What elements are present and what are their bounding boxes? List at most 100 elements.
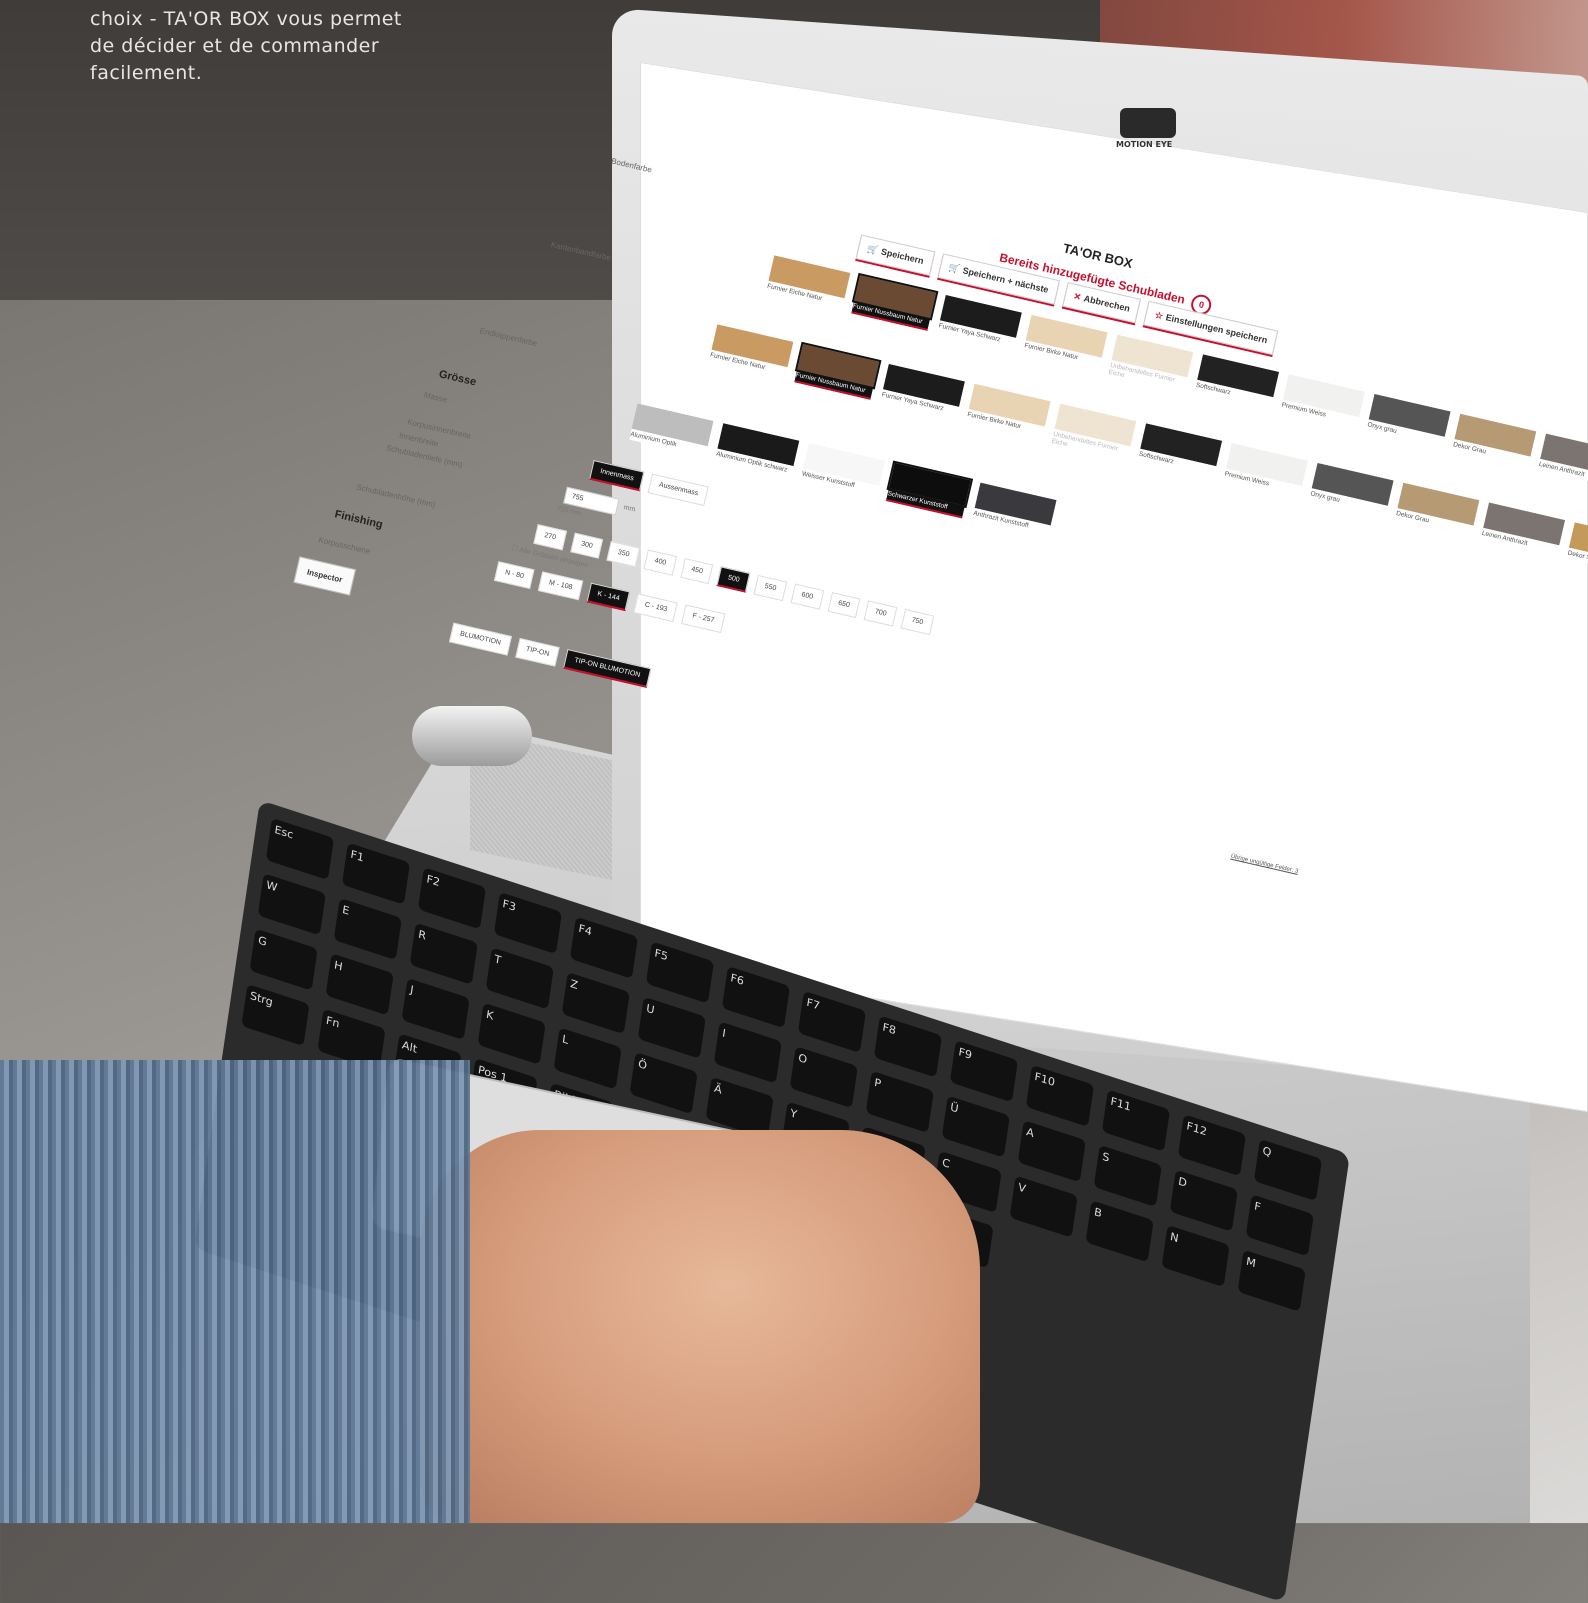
kantenbandfarbe-swatch[interactable]: Premium Weiss [1222, 443, 1308, 503]
kantenbandfarbe-swatch[interactable]: Furnier Yaya Schwarz [879, 363, 965, 424]
keyboard-key[interactable]: O [789, 1046, 858, 1109]
keyboard-key[interactable]: Ö [629, 1052, 698, 1115]
keyboard-key[interactable]: P [865, 1070, 934, 1133]
keyboard-key[interactable]: W [257, 873, 326, 936]
height-option[interactable]: M - 108 [537, 571, 584, 601]
user-sleeve [0, 1060, 470, 1523]
bodenfarbe-swatch[interactable]: Unbehandeltes Furnier Eiche [1107, 334, 1194, 396]
keyboard-key[interactable]: I [713, 1021, 782, 1084]
masse-option[interactable]: Aussenmass [647, 473, 709, 507]
promo-line-3: facilement. [90, 62, 203, 84]
bodenfarbe-swatch[interactable]: Softschwarz [1193, 354, 1280, 414]
keyboard-key[interactable]: F8 [873, 1015, 943, 1078]
keyboard-key[interactable]: F9 [949, 1040, 1019, 1103]
promo-text: choix - TA'OR BOX vous permet de décider… [90, 6, 420, 87]
bodenfarbe-swatch[interactable]: Onyx grau [1365, 394, 1451, 454]
label-endkappenfarbe: Endkappenfarbe [478, 326, 539, 349]
keyboard-key[interactable]: Z [561, 972, 630, 1035]
depth-option[interactable]: 700 [863, 600, 898, 627]
depth-option[interactable]: 600 [790, 583, 824, 610]
bodenfarbe-swatch[interactable]: Premium Weiss [1279, 374, 1365, 434]
kantenbandfarbe-swatch[interactable]: Softschwarz [1136, 423, 1223, 483]
height-option[interactable]: N - 80 [493, 561, 535, 590]
keyboard-key[interactable]: R [409, 922, 478, 985]
keyboard-key[interactable]: L [553, 1027, 622, 1090]
kantenbandfarbe-swatch[interactable]: Furnier Nussbaum Natur [793, 340, 882, 404]
depth-option[interactable]: 350 [606, 541, 641, 568]
endkappenfarbe-swatch[interactable]: Anthrazit Kunststoff [972, 482, 1057, 539]
keyboard-key[interactable]: H [325, 953, 394, 1016]
width-unit: mm [622, 504, 636, 514]
keyboard-key[interactable]: G [249, 928, 318, 991]
keyboard-key[interactable]: Ü [941, 1095, 1010, 1158]
keyboard-key[interactable]: U [637, 996, 706, 1059]
keyboard-key[interactable]: F1 [341, 842, 411, 905]
keyboard-key[interactable]: B [1085, 1200, 1154, 1263]
depth-option[interactable]: 550 [753, 574, 788, 602]
keyboard-key[interactable]: F [1245, 1194, 1314, 1257]
masse-option[interactable]: Innenmass [589, 460, 645, 492]
keyboard-key[interactable]: J [401, 978, 470, 1041]
rail-option[interactable]: TIP-ON BLUMOTION [563, 649, 651, 688]
keyboard-key[interactable]: Esc [265, 817, 335, 881]
keyboard-key[interactable]: F11 [1101, 1089, 1171, 1152]
depth-option[interactable]: 270 [533, 524, 567, 551]
height-option[interactable]: K - 144 [586, 582, 631, 612]
rail-option[interactable]: TIP-ON [514, 637, 561, 667]
cart-icon: 🛒 [947, 262, 961, 275]
keyboard-key[interactable]: N [1161, 1224, 1230, 1288]
kantenbandfarbe-swatch[interactable]: Unbehandeltes Furnier Eiche [1050, 403, 1137, 464]
keyboard-key[interactable]: K [477, 1002, 546, 1065]
keyboard-key[interactable]: F2 [417, 867, 487, 930]
rail-option[interactable]: BLUMOTION [448, 622, 512, 656]
bodenfarbe-swatch[interactable]: Furnier Yaya Schwarz [936, 295, 1022, 355]
height-option[interactable]: C - 193 [633, 593, 679, 623]
bodenfarbe-swatch[interactable]: Furnier Eiche Natur [764, 255, 851, 315]
bodenfarbe-swatch[interactable]: Furnier Birke Natur [1022, 314, 1108, 375]
depth-option[interactable]: 400 [643, 549, 677, 576]
keyboard-key[interactable]: D [1169, 1169, 1238, 1232]
depth-option[interactable]: 450 [680, 558, 714, 585]
promo-line-2: de décider et de commander [90, 35, 380, 57]
endkappenfarbe-swatch[interactable]: Schwarzer Kunststoff [885, 459, 973, 519]
kantenbandfarbe-swatch[interactable]: Onyx grau [1308, 462, 1394, 523]
bodenfarbe-swatch[interactable]: Furnier Nussbaum Natur [850, 271, 939, 335]
kantenbandfarbe-swatch[interactable]: Furnier Eiche Natur [707, 324, 794, 384]
depth-option[interactable]: 650 [827, 591, 861, 619]
kantenbandfarbe-swatch[interactable]: Dekor Grau [1393, 482, 1480, 543]
user-hand [420, 1130, 980, 1523]
keyboard-key[interactable]: F5 [645, 941, 715, 1004]
cart-icon: 🛒 [866, 243, 880, 256]
camera-label: MOTION EYE [1116, 140, 1173, 149]
endkappenfarbe-swatch[interactable]: Aluminium Optik schwarz [714, 423, 800, 479]
endkappenfarbe-swatch[interactable]: Weisser Kunststoff [800, 443, 886, 499]
keyboard-key[interactable]: F6 [721, 966, 791, 1029]
keyboard-key[interactable]: Strg [241, 983, 310, 1047]
keyboard-key[interactable]: S [1093, 1144, 1162, 1208]
save-button[interactable]: 🛒Speichern [855, 234, 936, 276]
keyboard-key[interactable]: F7 [797, 990, 867, 1053]
keyboard-key[interactable]: A [1017, 1120, 1086, 1183]
keyboard-key[interactable]: E [333, 897, 402, 961]
promo-line-1: choix - TA'OR BOX vous permet [90, 8, 402, 30]
keyboard-key[interactable]: F4 [569, 916, 639, 979]
rail-options: BLUMOTION TIP-ON TIP-ON BLUMOTION [448, 622, 651, 688]
height-option[interactable]: F - 257 [681, 604, 726, 634]
star-icon: ☆ [1153, 309, 1165, 322]
keyboard-key[interactable]: M [1237, 1249, 1306, 1312]
keyboard-key[interactable]: F3 [493, 891, 563, 955]
keyboard-key[interactable]: V [1009, 1175, 1078, 1238]
keyboard-key[interactable]: F10 [1025, 1064, 1095, 1127]
depth-option[interactable]: 300 [570, 532, 604, 559]
invalid-fields-link[interactable]: Übrige ungültige Felder: 3 [1230, 854, 1299, 875]
keyboard-key[interactable]: F12 [1177, 1114, 1247, 1177]
depth-option[interactable]: 750 [900, 608, 934, 636]
endkappenfarbe-swatch[interactable]: Aluminium Optik [629, 403, 714, 459]
kantenbandfarbe-swatch[interactable]: Furnier Birke Natur [965, 383, 1051, 444]
keyboard-key[interactable]: Q [1253, 1138, 1323, 1202]
depth-option[interactable]: 500 [716, 566, 751, 593]
keyboard-key[interactable]: T [485, 947, 554, 1010]
cancel-label: Abbrechen [1082, 293, 1131, 314]
bodenfarbe-swatch[interactable]: Dekor Grau [1450, 413, 1537, 474]
section-groesse: Grösse [437, 368, 478, 389]
